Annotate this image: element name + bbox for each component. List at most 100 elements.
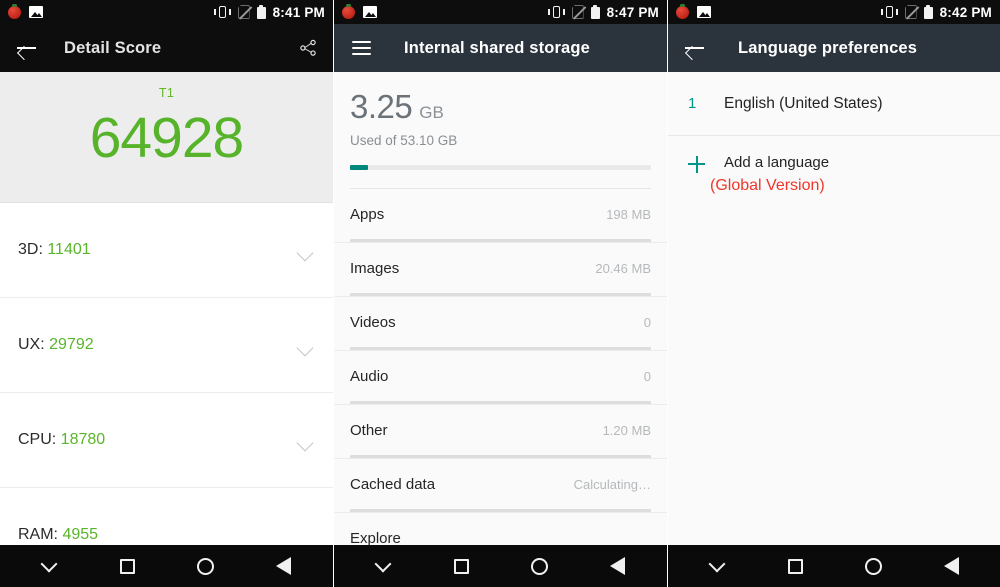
score-row-3d[interactable]: 3D: 11401: [0, 203, 333, 298]
category-name: Cached data: [350, 475, 436, 493]
home-circle-icon: [864, 557, 882, 575]
recents-square-icon: [453, 558, 469, 574]
language-row-english-us[interactable]: 1 English (United States): [668, 72, 1000, 136]
language-index: 1: [688, 95, 697, 112]
category-name: Audio: [350, 367, 389, 385]
status-bar-right-icons: 8:47 PM: [547, 4, 659, 20]
storage-summary: 3.25 GB Used of 53.10 GB: [334, 72, 667, 189]
share-icon[interactable]: [297, 37, 319, 59]
score-row-ux[interactable]: UX: 29792: [0, 298, 333, 393]
category-size: 0: [643, 314, 651, 330]
category-size: 20.46 MB: [595, 260, 651, 276]
navigation-bar: [0, 545, 333, 587]
page-title: Internal shared storage: [404, 38, 590, 57]
hamburger-icon: [351, 41, 371, 55]
status-bar-right-icons: 8:41 PM: [213, 4, 325, 20]
storage-category-list: Apps 198 MB Images 20.46 MB Videos 0 Aud…: [334, 189, 667, 563]
nav-hide-keyboard-button[interactable]: [691, 545, 743, 587]
nav-home-button[interactable]: [847, 545, 899, 587]
score-row-text: UX: 29792: [18, 336, 94, 354]
nav-home-button[interactable]: [514, 545, 566, 587]
score-label: T1: [158, 86, 175, 100]
language-list: 1 English (United States) Add a language…: [668, 72, 1000, 195]
explore-label: Explore: [350, 529, 401, 547]
navigation-bar: [334, 545, 667, 587]
battery-icon: [590, 5, 600, 19]
status-bar: 8:47 PM: [334, 0, 667, 24]
no-sim-icon: [571, 5, 586, 20]
nav-back-button[interactable]: [925, 545, 977, 587]
category-name: Apps: [350, 205, 385, 223]
nav-recents-button[interactable]: [101, 545, 153, 587]
score-row-value: 18780: [60, 431, 106, 448]
storage-used-unit: GB: [419, 103, 444, 122]
category-line: Audio 0: [350, 351, 651, 401]
chevron-down-icon: [708, 555, 726, 572]
category-line: Apps 198 MB: [350, 189, 651, 239]
nav-recents-button[interactable]: [769, 545, 821, 587]
plus-icon: [688, 154, 724, 174]
status-bar-left-icons: [342, 3, 377, 19]
battery-icon: [923, 5, 933, 19]
storage-category-cached-data[interactable]: Cached data Calculating…: [334, 459, 667, 513]
score-hero: T1 64928: [0, 72, 333, 203]
nav-home-button[interactable]: [180, 545, 232, 587]
category-name: Videos: [350, 313, 396, 331]
back-triangle-icon: [276, 557, 292, 575]
category-name: Images: [350, 259, 400, 277]
chevron-down-icon[interactable]: [296, 434, 314, 452]
page-title: Language preferences: [738, 38, 918, 57]
nav-back-button[interactable]: [258, 545, 310, 587]
recents-square-icon: [787, 558, 803, 574]
category-line: Images 20.46 MB: [350, 243, 651, 293]
storage-category-apps[interactable]: Apps 198 MB: [334, 189, 667, 243]
nav-recents-button[interactable]: [435, 545, 487, 587]
recents-square-icon: [119, 558, 135, 574]
add-language-label: Add a language: [724, 154, 830, 171]
score-row-label: RAM:: [18, 526, 63, 543]
category-size: 1.20 MB: [602, 422, 651, 438]
tomato-app-icon: [676, 3, 689, 19]
nav-hide-keyboard-button[interactable]: [357, 545, 409, 587]
status-bar-right-icons: 8:42 PM: [880, 5, 992, 20]
global-version-note: (Global Version): [710, 177, 825, 194]
divider: [334, 512, 667, 513]
back-arrow-icon: [17, 40, 37, 56]
panel-language-preferences: 8:42 PM Language preferences 1 English (…: [668, 0, 1000, 587]
vibrate-icon: [880, 5, 898, 19]
storage-used-value: 3.25: [350, 88, 413, 125]
category-size: 0: [643, 368, 651, 384]
score-row-text: 3D: 11401: [18, 241, 91, 259]
vibrate-icon: [213, 5, 231, 19]
add-language-text: Add a language (Global Version): [710, 154, 830, 195]
storage-category-videos[interactable]: Videos 0: [334, 297, 667, 351]
score-row-cpu[interactable]: CPU: 18780: [0, 393, 333, 488]
status-bar: 8:42 PM: [668, 0, 1000, 24]
storage-category-images[interactable]: Images 20.46 MB: [334, 243, 667, 297]
home-circle-icon: [531, 557, 549, 575]
storage-category-other[interactable]: Other 1.20 MB: [334, 405, 667, 459]
battery-icon: [256, 5, 266, 19]
status-bar: 8:41 PM: [0, 0, 333, 24]
chevron-down-icon[interactable]: [296, 244, 314, 262]
category-line: Other 1.20 MB: [350, 405, 651, 455]
score-list: 3D: 11401 UX: 29792 CPU: 18780 RAM: 4955: [0, 203, 333, 583]
chevron-down-icon: [40, 555, 58, 572]
storage-total-label: Used of 53.10 GB: [350, 133, 458, 148]
app-bar: Internal shared storage: [334, 24, 667, 72]
back-button[interactable]: [682, 35, 708, 61]
category-name: Other: [350, 421, 388, 439]
storage-category-audio[interactable]: Audio 0: [334, 351, 667, 405]
category-size: 198 MB: [606, 206, 651, 222]
category-line: Cached data Calculating…: [350, 459, 651, 509]
status-bar-clock: 8:47 PM: [606, 4, 659, 20]
category-size: Calculating…: [573, 476, 651, 492]
chevron-down-icon[interactable]: [296, 339, 314, 357]
menu-button[interactable]: [348, 35, 374, 61]
status-bar-clock: 8:41 PM: [272, 4, 325, 20]
nav-hide-keyboard-button[interactable]: [23, 545, 75, 587]
score-row-text: RAM: 4955: [18, 526, 98, 544]
back-button[interactable]: [14, 35, 40, 61]
add-language-row[interactable]: Add a language (Global Version): [668, 136, 1000, 195]
nav-back-button[interactable]: [592, 545, 644, 587]
